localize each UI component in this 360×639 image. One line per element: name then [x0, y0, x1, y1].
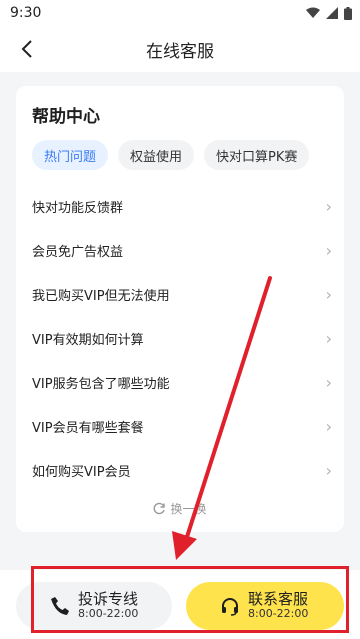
question-text: VIP会员有哪些套餐: [32, 420, 144, 436]
chevron-right-icon: ›: [325, 372, 332, 392]
page-title: 在线客服: [146, 41, 214, 62]
status-time: 9:30: [10, 5, 42, 21]
list-item[interactable]: VIP会员有哪些套餐 ›: [32, 404, 332, 448]
tab-hot-questions[interactable]: 热门问题: [32, 140, 109, 170]
contact-hours: 8:00-22:00: [248, 607, 309, 621]
question-text: 快对功能反馈群: [32, 200, 124, 216]
list-item[interactable]: 如何购买VIP会员 ›: [32, 448, 332, 492]
question-text: 会员免广告权益: [32, 244, 124, 260]
list-item[interactable]: 会员免广告权益 ›: [32, 228, 332, 272]
chevron-right-icon: ›: [325, 416, 332, 436]
list-item[interactable]: VIP有效期如何计算 ›: [32, 316, 332, 360]
phone-icon: [51, 597, 69, 615]
contact-label: 联系客服: [248, 590, 309, 609]
status-bar: 9:30: [0, 0, 360, 26]
question-text: 我已购买VIP但无法使用: [32, 288, 170, 304]
back-arrow-icon: [21, 40, 32, 58]
back-button[interactable]: [14, 36, 40, 62]
question-category-tabs: 热门问题 权益使用 快对口算PK赛: [32, 140, 344, 170]
chevron-right-icon: ›: [325, 284, 332, 304]
bottom-action-bar: 投诉专线 8:00-22:00 联系客服 8:00-22:00: [0, 570, 360, 639]
headset-icon: [222, 598, 238, 616]
tab-math-pk[interactable]: 快对口算PK赛: [204, 140, 310, 170]
refresh-label: 换一换: [170, 502, 207, 516]
chevron-right-icon: ›: [325, 196, 332, 216]
list-item[interactable]: VIP服务包含了哪些功能 ›: [32, 360, 332, 404]
question-text: VIP有效期如何计算: [32, 332, 144, 348]
question-text: 如何购买VIP会员: [32, 464, 131, 480]
question-text: VIP服务包含了哪些功能: [32, 376, 170, 392]
chevron-right-icon: ›: [325, 240, 332, 260]
help-center-card: 帮助中心 热门问题 权益使用 快对口算PK赛 快对功能反馈群 › 会员免广告权益…: [16, 86, 344, 532]
wifi-icon: [306, 7, 320, 18]
chevron-right-icon: ›: [325, 460, 332, 480]
question-list: 快对功能反馈群 › 会员免广告权益 › 我已购买VIP但无法使用 › VIP有效…: [32, 184, 332, 492]
help-center-title: 帮助中心: [32, 107, 100, 127]
signal-icon: [326, 7, 338, 19]
refresh-icon: [154, 502, 166, 515]
battery-icon: [344, 6, 352, 20]
status-icons: [306, 6, 352, 20]
complaint-label: 投诉专线: [78, 590, 139, 609]
contact-service-button[interactable]: 联系客服 8:00-22:00: [186, 582, 344, 630]
list-item[interactable]: 我已购买VIP但无法使用 ›: [32, 272, 332, 316]
chevron-right-icon: ›: [325, 328, 332, 348]
tab-benefits-usage[interactable]: 权益使用: [118, 140, 195, 170]
list-item[interactable]: 快对功能反馈群 ›: [32, 184, 332, 228]
complaint-hours: 8:00-22:00: [78, 607, 139, 621]
header: 在线客服: [0, 26, 360, 72]
complaint-hotline-button[interactable]: 投诉专线 8:00-22:00: [16, 582, 172, 630]
refresh-button[interactable]: 换一换: [16, 500, 344, 517]
